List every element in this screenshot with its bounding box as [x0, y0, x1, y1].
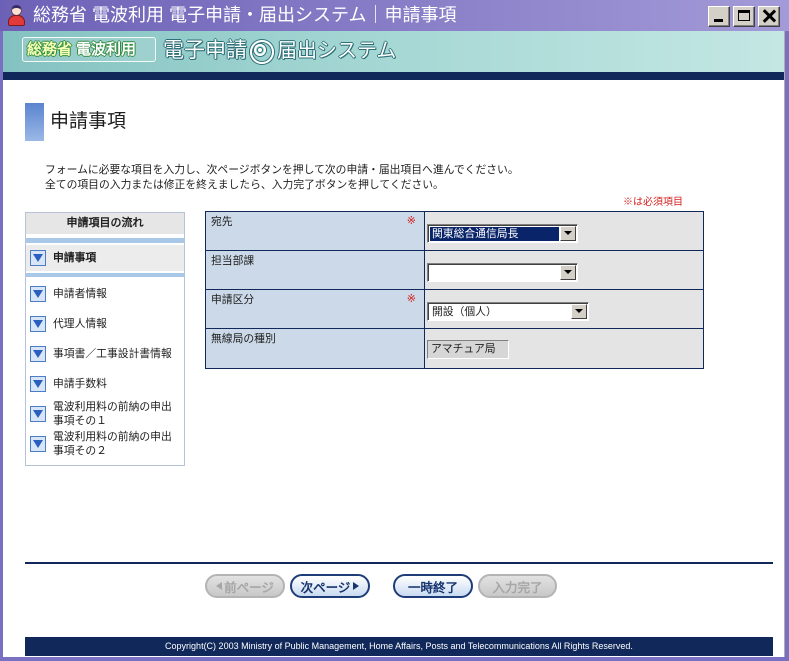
form-label: 申請区分	[211, 294, 255, 306]
form-value-cell: アマチュア局	[425, 329, 703, 368]
logo-service: 電波利用	[76, 41, 137, 58]
complete-button: 入力完了	[478, 574, 557, 598]
required-note: ※は必須項目	[623, 197, 683, 208]
select-value	[430, 266, 559, 280]
form-label: 宛先	[211, 216, 233, 228]
form-label-cell: 担当部課	[206, 251, 425, 289]
flow-item-label: 電波利用料の前納の申出事項その１	[53, 401, 172, 427]
form-label: 担当部課	[211, 255, 255, 267]
form-row-department: 担当部課	[206, 251, 703, 290]
chevron-down-icon	[564, 270, 572, 274]
select-value: 関東総合通信局長	[430, 227, 559, 241]
flow-item-applicant-info: 申請者情報	[26, 279, 184, 309]
flow-item-label: 電波利用料の前納の申出事項その２	[53, 431, 172, 457]
form-value-cell: 関東総合通信局長	[425, 212, 703, 250]
arrow-left-icon	[216, 582, 223, 590]
system-title-right: 届出システム	[277, 40, 397, 62]
flow-item-label: 申請者情報	[53, 288, 107, 300]
instruction-text: フォームに必要な項目を入力し、次ページボタンを押して次の申請・届出項目へ進んでく…	[45, 164, 519, 176]
sidebar-divider	[26, 273, 184, 277]
next-page-button[interactable]: 次ページ	[290, 574, 370, 598]
application-type-select[interactable]: 開設（個人）	[427, 302, 589, 321]
flow-item-current: 申請事項	[26, 245, 184, 271]
flow-item-prepayment-1: 電波利用料の前納の申出事項その１	[26, 399, 184, 429]
window-title: 総務省 電波利用 電子申請・届出システム｜申請事項	[33, 5, 457, 25]
dropdown-button[interactable]	[560, 265, 576, 280]
logo-org: 総務省	[27, 41, 73, 58]
banner-divider	[3, 72, 784, 80]
triangle-down-icon	[30, 436, 46, 452]
flow-item-label: 申請事項	[53, 252, 97, 264]
application-window: 総務省 電波利用 電子申請・届出システム｜申請事項 総務省 電波利用 電子申請 届…	[0, 0, 789, 661]
triangle-down-icon	[30, 286, 46, 302]
form-row-application-type: 申請区分 ※ 開設（個人）	[206, 290, 703, 329]
flow-item-list: 申請者情報 代理人情報 事項書／工事設計書情報 申請手数料 電波利用料の前納の申…	[26, 279, 184, 459]
close-icon	[762, 9, 776, 23]
sidebar-divider	[26, 238, 184, 243]
heading-accent-bar	[25, 103, 44, 141]
prev-page-label: 前ページ	[224, 580, 274, 595]
form-row-destination: 宛先 ※ 関東総合通信局長	[206, 212, 703, 251]
complete-label: 入力完了	[492, 580, 543, 595]
dropdown-button[interactable]	[571, 304, 587, 319]
triangle-down-icon	[30, 406, 46, 422]
radio-wave-icon	[250, 40, 274, 64]
mascot-icon[interactable]	[6, 4, 27, 27]
form-value-cell	[425, 251, 703, 289]
triangle-down-icon	[30, 316, 46, 332]
arrow-right-icon	[353, 582, 360, 590]
flow-item-agent-info: 代理人情報	[26, 309, 184, 339]
form-label-cell: 申請区分 ※	[206, 290, 425, 328]
flow-item-prepayment-2: 電波利用料の前納の申出事項その２	[26, 429, 184, 459]
form-row-station-type: 無線局の種別 アマチュア局	[206, 329, 703, 368]
destination-select[interactable]: 関東総合通信局長	[427, 224, 578, 243]
chevron-down-icon	[564, 231, 572, 235]
maximize-button[interactable]	[733, 6, 755, 27]
title-bar[interactable]: 総務省 電波利用 電子申請・届出システム｜申請事項	[0, 0, 789, 31]
triangle-down-icon	[30, 376, 46, 392]
flow-item-label: 代理人情報	[53, 318, 107, 330]
next-page-label: 次ページ	[300, 580, 351, 595]
select-value: 開設（個人）	[432, 306, 497, 318]
flow-item-design-info: 事項書／工事設計書情報	[26, 339, 184, 369]
minimize-button[interactable]	[708, 6, 730, 27]
form-label-cell: 宛先 ※	[206, 212, 425, 250]
form-label: 無線局の種別	[211, 333, 276, 345]
prev-page-button: 前ページ	[205, 574, 285, 598]
triangle-down-icon	[30, 250, 46, 266]
dropdown-button[interactable]	[560, 226, 576, 241]
flow-item-label: 事項書／工事設計書情報	[53, 348, 172, 360]
footer-divider	[25, 562, 773, 564]
flow-sidebar: 申請項目の流れ 申請事項 申請者情報 代理人情報 事項書／工事設計書情報 申請手…	[25, 212, 185, 466]
required-mark: ※	[406, 293, 416, 305]
copyright-footer: Copyright(C) 2003 Ministry of Public Man…	[25, 637, 773, 656]
chevron-down-icon	[575, 309, 583, 313]
triangle-down-icon	[30, 346, 46, 362]
flow-item-fee: 申請手数料	[26, 369, 184, 399]
instruction-text: 全ての項目の入力または修正を終えましたら、入力完了ボタンを押してください。	[45, 179, 444, 191]
form-value-cell: 開設（個人）	[425, 290, 703, 328]
close-button[interactable]	[758, 6, 780, 27]
maximize-icon	[738, 10, 750, 21]
application-form-table: 宛先 ※ 関東総合通信局長 担当部課 申請区分 ※ 開設（個人） 無線局の種別 …	[205, 211, 704, 369]
required-mark: ※	[406, 215, 416, 227]
suspend-label: 一時終了	[407, 580, 458, 595]
flow-item-label: 申請手数料	[53, 378, 107, 390]
department-select[interactable]	[427, 263, 578, 282]
agency-logo: 総務省 電波利用	[22, 37, 156, 62]
system-title-left: 電子申請	[163, 39, 247, 62]
minimize-icon	[714, 19, 723, 22]
suspend-button[interactable]: 一時終了	[393, 574, 473, 598]
page-title: 申請事項	[50, 111, 127, 132]
form-label-cell: 無線局の種別	[206, 329, 425, 368]
station-type-field: アマチュア局	[427, 340, 509, 359]
flow-sidebar-title: 申請項目の流れ	[26, 213, 184, 234]
